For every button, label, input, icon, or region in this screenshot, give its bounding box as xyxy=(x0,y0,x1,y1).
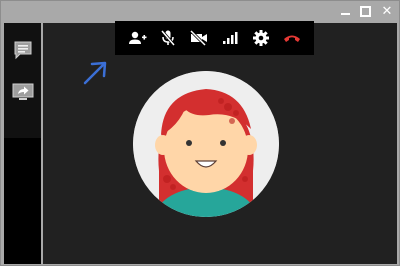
signal-bars-icon xyxy=(223,32,238,44)
call-toolbar xyxy=(115,21,314,55)
red-haired-woman-avatar xyxy=(133,71,279,217)
maximize-button[interactable] xyxy=(355,2,375,20)
close-button[interactable]: ✕ xyxy=(377,2,397,20)
add-person-icon xyxy=(128,31,147,44)
screen-share-icon xyxy=(12,83,34,100)
video-call-window: ✕ xyxy=(0,0,400,266)
connection-quality-button[interactable] xyxy=(219,27,241,49)
add-participant-button[interactable] xyxy=(126,27,148,49)
chat-button[interactable] xyxy=(6,33,40,67)
minimize-icon xyxy=(340,13,350,15)
mute-microphone-button[interactable] xyxy=(157,27,179,49)
settings-gear-icon xyxy=(253,30,270,46)
screen-share-button[interactable] xyxy=(6,75,40,109)
video-off-icon xyxy=(189,30,207,46)
close-icon: ✕ xyxy=(381,3,393,19)
participant-avatar xyxy=(133,71,279,217)
pointer-arrow-icon xyxy=(83,61,107,85)
settings-button[interactable] xyxy=(250,27,272,49)
minimize-button[interactable] xyxy=(335,2,355,20)
mic-off-icon xyxy=(160,30,175,46)
title-bar[interactable]: ✕ xyxy=(1,1,399,21)
hang-up-icon xyxy=(284,35,301,42)
sidebar-button-panel xyxy=(4,23,41,138)
hang-up-button[interactable] xyxy=(281,27,303,49)
chat-icon xyxy=(14,41,32,60)
maximize-icon xyxy=(359,5,371,17)
stop-video-button[interactable] xyxy=(188,27,210,49)
